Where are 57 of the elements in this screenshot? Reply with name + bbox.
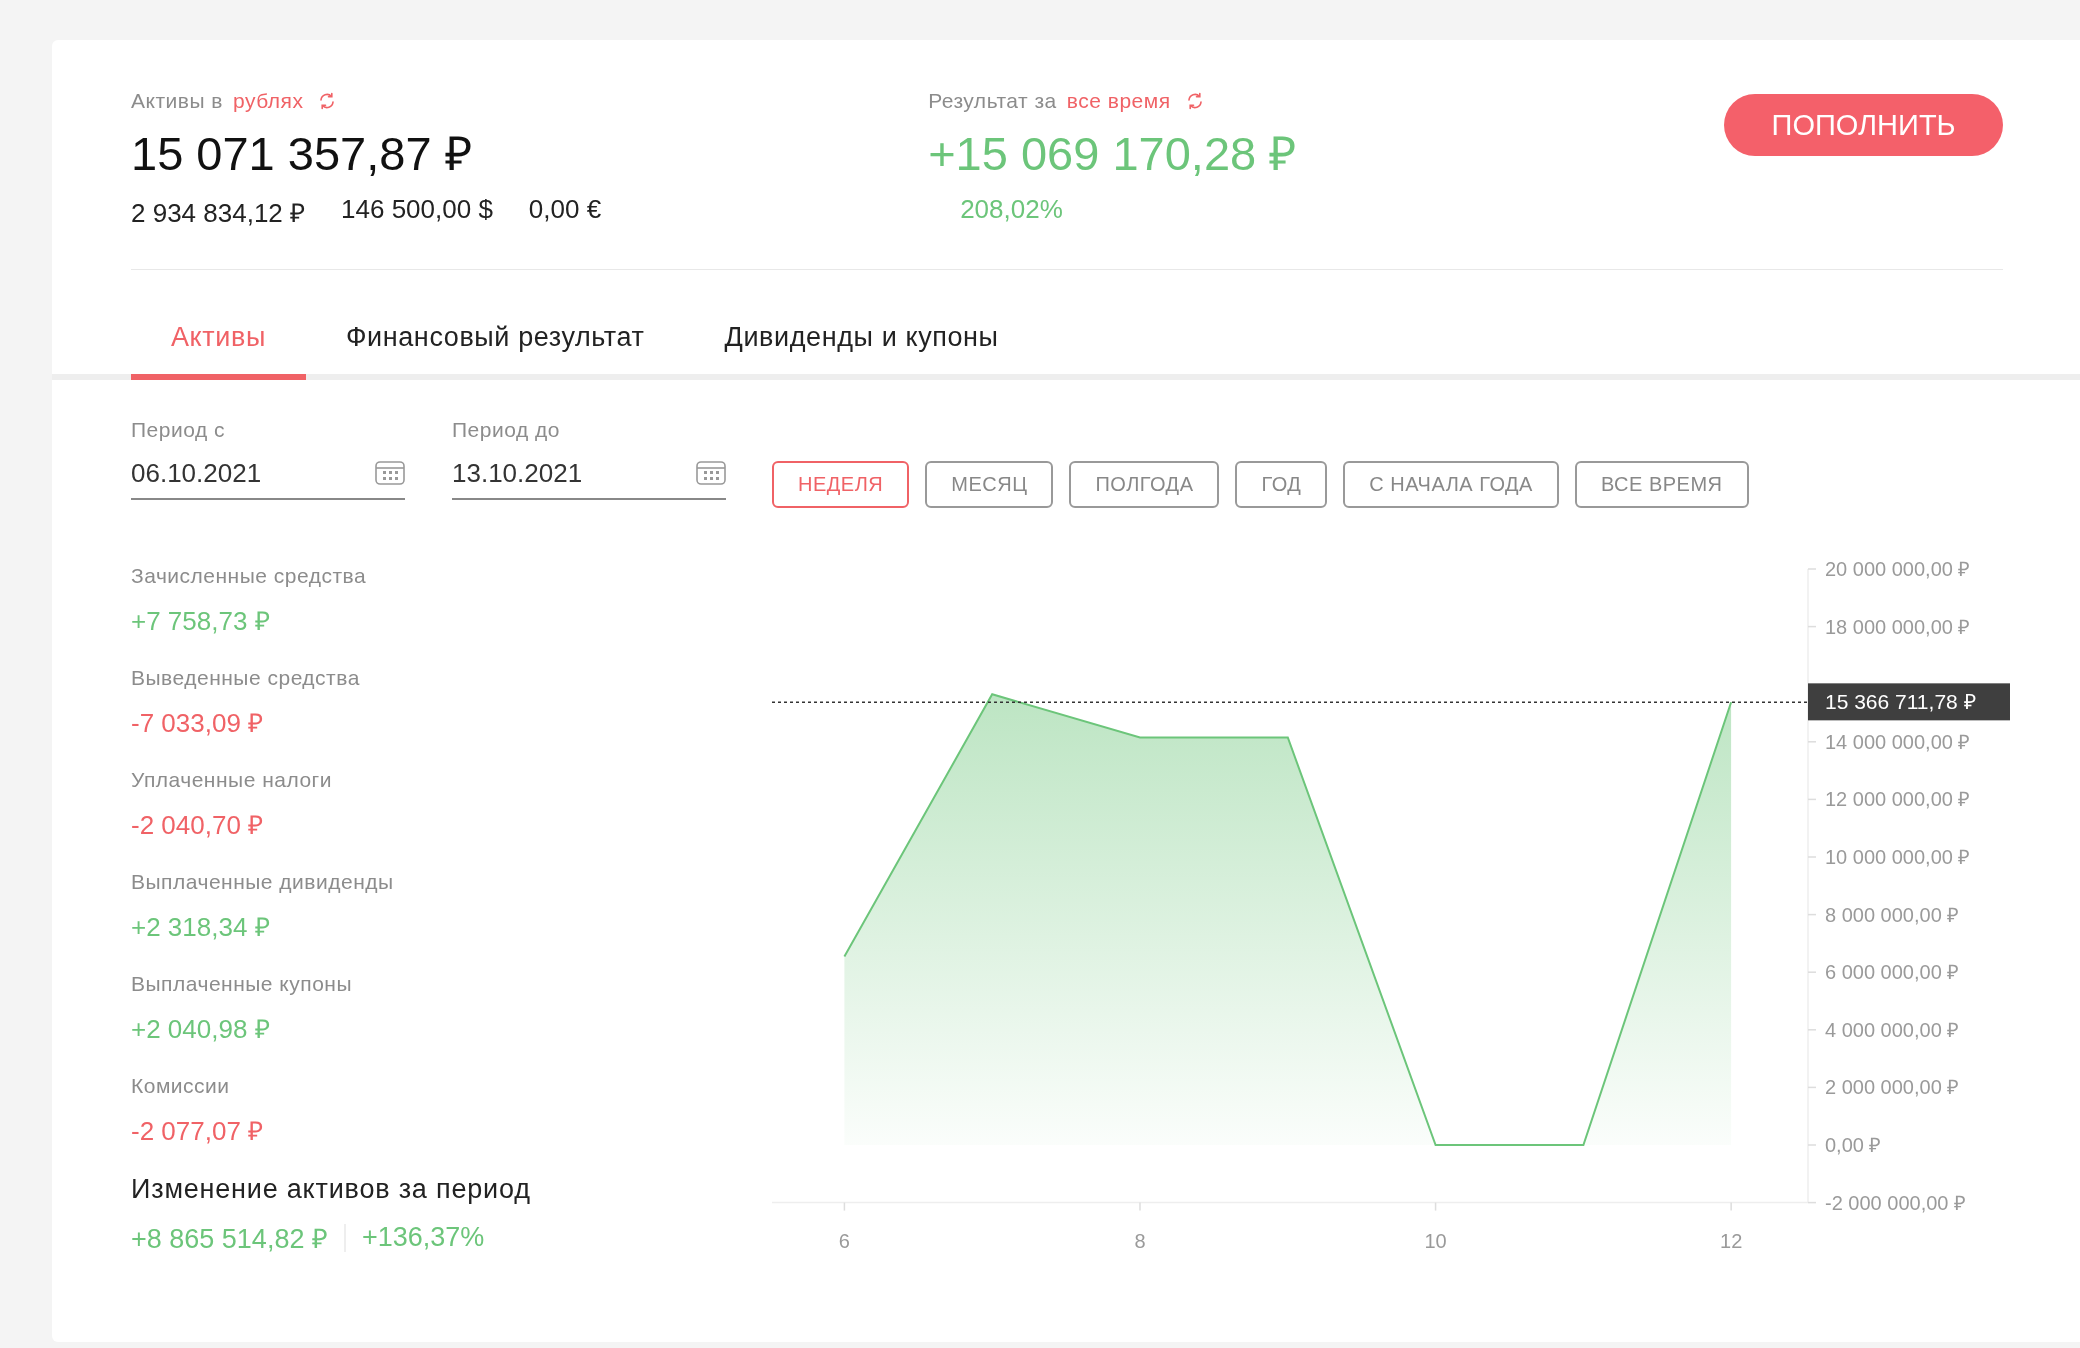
y-axis-label: 10 000 000,00 ₽ <box>1825 846 1971 868</box>
stat-value: -7 033,09 ₽ <box>131 707 265 740</box>
top-up-button[interactable]: ПОПОЛНИТЬ <box>1724 94 2003 156</box>
y-axis-label: 6 000 000,00 ₽ <box>1825 961 1960 984</box>
period-button[interactable]: МЕСЯЦ <box>925 461 1054 508</box>
period-link[interactable]: все время <box>1066 89 1171 113</box>
y-axis-label: 14 000 000,00 ₽ <box>1825 730 1971 753</box>
change-amount: +8 865 514,82 ₽ <box>131 1223 328 1256</box>
period-button[interactable]: ВСЕ ВРЕМЯ <box>1574 461 1749 508</box>
tab[interactable]: Активы <box>131 270 306 380</box>
date-field-label: Период с <box>131 418 226 442</box>
stat-label: Выплаченные дивиденды <box>131 870 395 894</box>
assets-label: Активы в <box>131 89 224 113</box>
stat-label: Выведенные средства <box>131 666 361 690</box>
date-field-label: Период до <box>452 418 561 442</box>
y-axis-label: 2 000 000,00 ₽ <box>1825 1076 1960 1099</box>
tab[interactable]: Финансовый результат <box>305 270 685 380</box>
result-label: Результат за <box>928 89 1057 113</box>
period-button[interactable]: ПОЛГОДА <box>1069 461 1220 508</box>
assets-total: 15 071 357,87 ₽ <box>131 126 473 182</box>
period-button[interactable]: С НАЧАЛА ГОДА <box>1343 461 1559 508</box>
currency-link[interactable]: рублях <box>233 89 304 113</box>
stat-value: +2 318,34 ₽ <box>131 911 271 944</box>
y-axis-label: 0,00 ₽ <box>1825 1134 1882 1156</box>
y-axis-label: 8 000 000,00 ₽ <box>1825 903 1960 926</box>
period-button[interactable]: НЕДЕЛЯ <box>772 461 910 508</box>
stat-label: Комиссии <box>131 1074 231 1098</box>
x-axis-label: 6 <box>838 1230 850 1252</box>
currency-balance: 0,00 € <box>528 194 602 226</box>
stat-label: Выплаченные купоны <box>131 972 354 996</box>
x-axis-label: 12 <box>1720 1230 1743 1252</box>
currency-balance: 146 500,00 $ <box>341 194 493 226</box>
stat-value: -2 077,07 ₽ <box>131 1115 265 1148</box>
y-axis-label: -2 000 000,00 ₽ <box>1825 1191 1966 1214</box>
date-field[interactable]: 13.10.2021 <box>452 448 726 500</box>
stat-label: Зачисленные средства <box>131 564 368 588</box>
calendar-icon[interactable] <box>375 460 405 486</box>
stat-label: Уплаченные налоги <box>131 768 333 792</box>
change-percent: +136,37% <box>361 1222 485 1253</box>
stat-value: -2 040,70 ₽ <box>131 809 265 842</box>
currency-balance: 2 934 834,12 ₽ <box>131 197 306 230</box>
period-button[interactable]: ГОД <box>1235 461 1328 508</box>
tooltip-value: 15 366 711,78 ₽ <box>1825 690 1976 714</box>
y-axis-label: 4 000 000,00 ₽ <box>1825 1018 1960 1041</box>
stat-value: +7 758,73 ₽ <box>131 605 271 638</box>
x-axis-label: 10 <box>1424 1230 1447 1252</box>
change-title: Изменение активов за период <box>131 1174 532 1205</box>
y-axis-label: 12 000 000,00 ₽ <box>1825 788 1971 811</box>
calendar-icon[interactable] <box>696 460 726 486</box>
result-total: +15 069 170,28 ₽ <box>928 126 1298 182</box>
y-axis-label: 20 000 000,00 ₽ <box>1825 558 1971 580</box>
y-axis-label: 18 000 000,00 ₽ <box>1825 615 1971 638</box>
tab[interactable]: Дивиденды и купоны <box>684 270 1039 380</box>
stat-value: +2 040,98 ₽ <box>131 1013 271 1046</box>
result-percent: 208,02% <box>960 194 1064 225</box>
x-axis-label: 8 <box>1134 1230 1146 1252</box>
date-field[interactable]: 06.10.2021 <box>131 448 405 500</box>
